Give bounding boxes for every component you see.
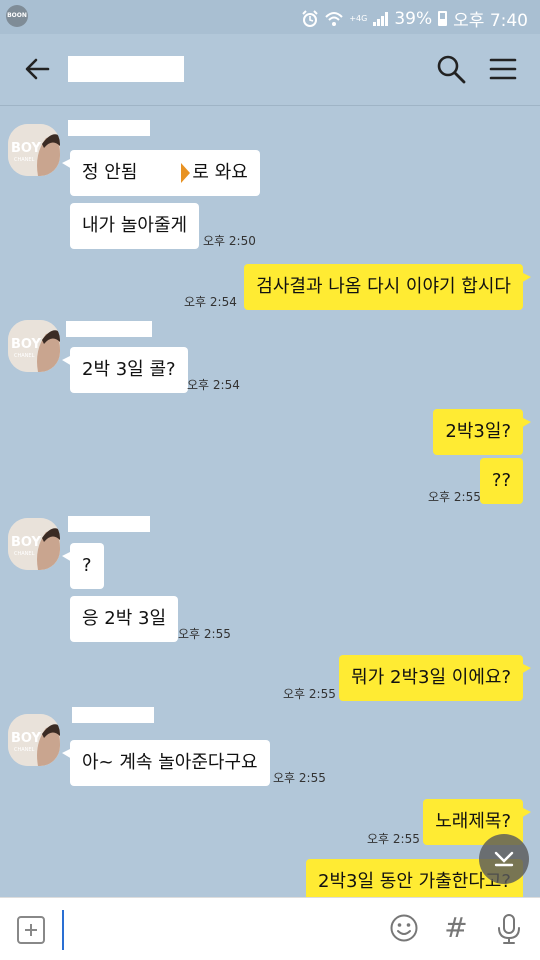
- avatar-text: BOY: [11, 535, 41, 550]
- menu-icon[interactable]: [486, 52, 520, 86]
- status-bar: BOON +4G 39% 오후 7:40: [0, 0, 540, 34]
- clock: 오후 7:40: [453, 11, 528, 31]
- message-text: 2박 3일 콜?: [82, 359, 176, 380]
- message-bubble-incoming[interactable]: 응 2박 3일: [70, 596, 179, 642]
- emoji-icon[interactable]: [389, 913, 419, 943]
- chat-title: [68, 56, 184, 82]
- sender-name: [68, 120, 150, 136]
- message-bubble-incoming[interactable]: 내가 놀아줄게: [70, 203, 200, 249]
- message-text: 노래제목?: [435, 811, 511, 832]
- wifi-icon: [325, 11, 344, 26]
- message-text: 뭐가 2박3일 이에요?: [351, 667, 511, 688]
- status-icons: +4G 39% 오후 7:40: [301, 6, 528, 31]
- avatar[interactable]: BOY CHANEL: [8, 320, 60, 372]
- message-bubble-incoming[interactable]: 아~ 계속 놀아준다구요: [62, 740, 270, 786]
- redacted-text: [137, 164, 182, 182]
- alarm-icon: [302, 9, 319, 27]
- message-text: 정 안됨: [82, 162, 138, 183]
- message-text: 2박3일?: [445, 421, 511, 442]
- message-time: 오후 2:55: [283, 687, 336, 701]
- network-type-label: +4G: [349, 13, 368, 23]
- message-time: 오후 2:55: [367, 832, 420, 846]
- message-bubble-incoming[interactable]: ?: [62, 543, 104, 589]
- message-time: 오후 2:55: [178, 627, 231, 641]
- avatar-subtext: CHANEL: [14, 551, 35, 557]
- avatar[interactable]: BOY CHANEL: [8, 124, 60, 176]
- scroll-to-bottom-button[interactable]: [479, 834, 529, 884]
- message-text: 내가 놀아줄게: [82, 215, 188, 236]
- microphone-icon[interactable]: [495, 912, 523, 946]
- message-bubble-incoming[interactable]: 정 안됨 로 와요: [62, 150, 260, 196]
- message-bubble-outgoing[interactable]: ??: [479, 458, 523, 504]
- message-text: 검사결과 나옴 다시 이야기 합시다: [256, 276, 511, 297]
- message-text: ?: [82, 555, 92, 576]
- add-attachment-button[interactable]: [17, 916, 45, 944]
- chevron-down-icon: [494, 851, 514, 867]
- avatar[interactable]: BOY CHANEL: [8, 714, 60, 766]
- message-text: ??: [491, 470, 511, 491]
- search-icon[interactable]: [434, 52, 468, 86]
- avatar-text: BOY: [11, 731, 41, 746]
- message-text: 응 2박 3일: [82, 608, 167, 629]
- message-input-bar: #: [0, 897, 540, 960]
- message-bubble-outgoing[interactable]: 뭐가 2박3일 이에요?: [339, 655, 531, 701]
- message-input[interactable]: [62, 910, 362, 950]
- avatar-subtext: CHANEL: [14, 747, 35, 753]
- message-time: 오후 2:50: [203, 234, 256, 248]
- hashtag-search-icon[interactable]: #: [441, 911, 471, 945]
- signal-icon: [373, 11, 389, 26]
- avatar-text: BOY: [11, 141, 41, 156]
- sender-name: [72, 707, 154, 723]
- message-bubble-incoming[interactable]: 2박 3일 콜?: [62, 347, 188, 393]
- chat-messages[interactable]: BOY CHANEL 정 안됨 로 와요 내가 놀아줄게 오후 2:50 검사결과 …: [0, 107, 540, 897]
- message-bubble-outgoing[interactable]: 검사결과 나옴 다시 이야기 합시다: [244, 264, 531, 310]
- message-bubble-outgoing[interactable]: 2박3일?: [433, 409, 531, 455]
- avatar-subtext: CHANEL: [14, 157, 35, 163]
- battery-percent: 39%: [394, 8, 433, 29]
- message-time: 오후 2:54: [184, 295, 237, 309]
- message-text: 아~ 계속 놀아준다구요: [82, 752, 258, 773]
- battery-icon: [438, 11, 448, 26]
- avatar-text: BOY: [11, 337, 41, 352]
- avatar[interactable]: BOY CHANEL: [8, 518, 60, 570]
- app-notification-icon: BOON: [6, 5, 28, 27]
- message-time: 오후 2:55: [273, 771, 326, 785]
- sender-name: [66, 321, 152, 337]
- avatar-subtext: CHANEL: [14, 353, 35, 359]
- message-text: 로 와요: [192, 162, 248, 183]
- cursor-marker-icon: [181, 163, 191, 183]
- sender-name: [68, 516, 150, 532]
- back-arrow-icon[interactable]: [20, 52, 54, 86]
- message-time: 오후 2:54: [187, 378, 240, 392]
- message-time: 오후 2:55: [428, 490, 481, 504]
- chat-header: [0, 34, 540, 106]
